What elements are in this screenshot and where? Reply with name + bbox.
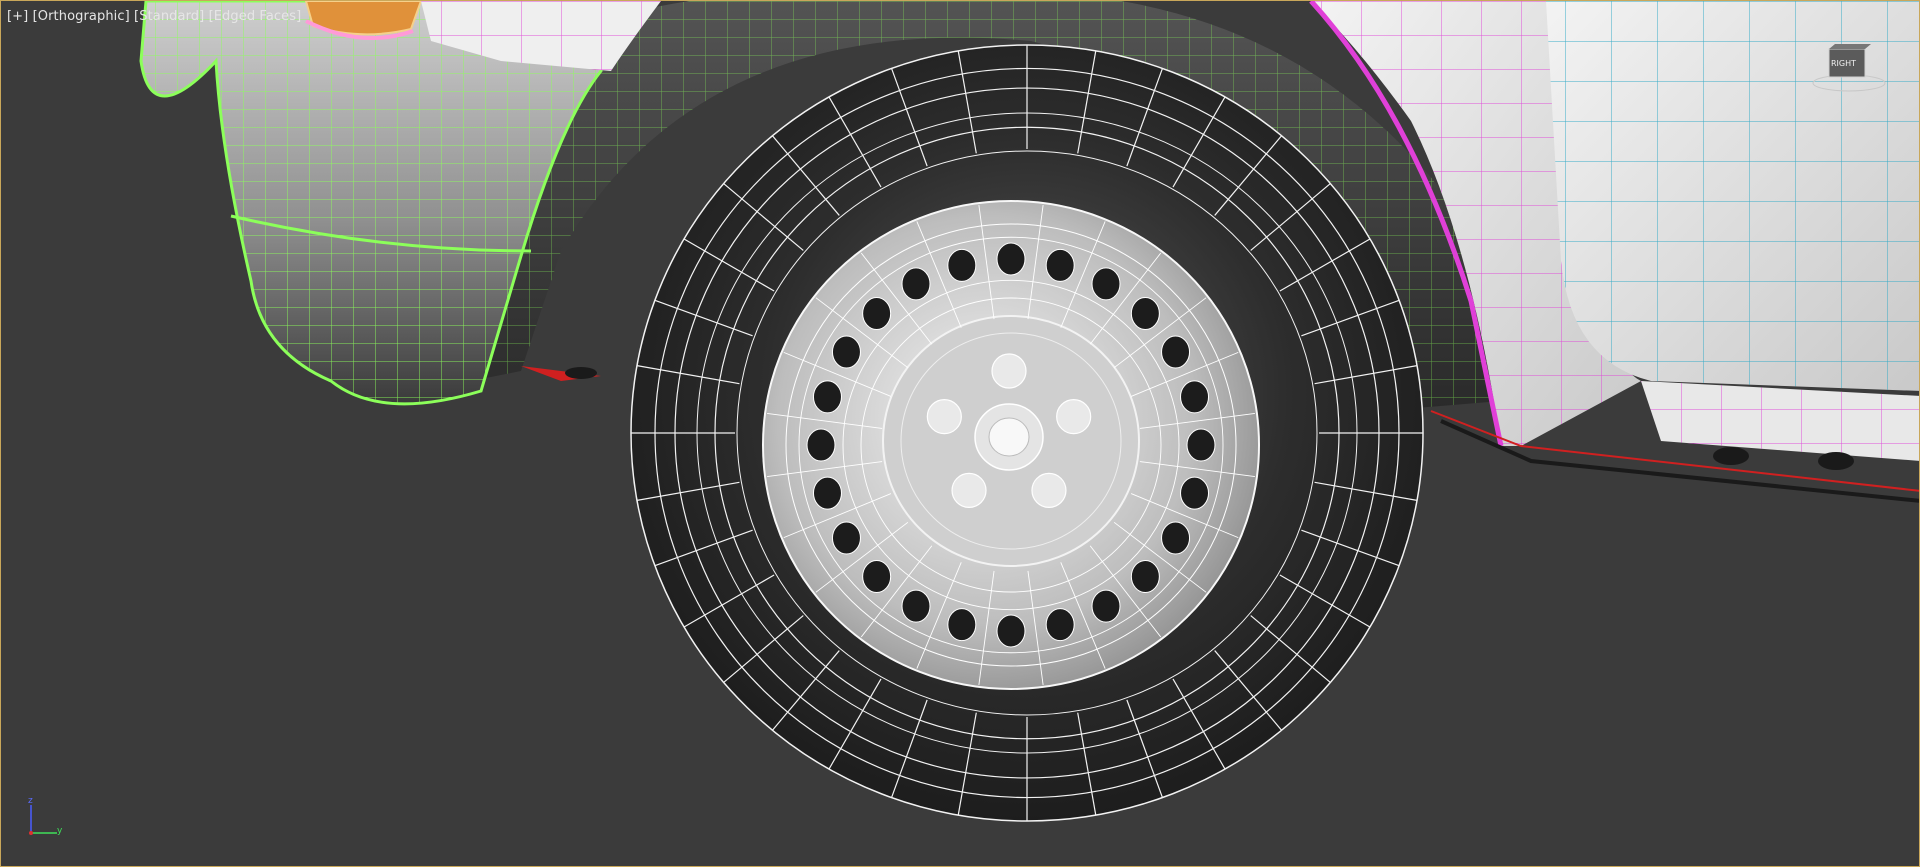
- rim-vent-hole: [1130, 560, 1160, 594]
- rim-vent-hole: [1045, 248, 1075, 282]
- viewport-view-menu[interactable]: [Orthographic]: [33, 9, 130, 24]
- rim-vent-hole: [806, 428, 836, 462]
- rim-vent-hole: [1161, 521, 1191, 555]
- rim-vent-hole: [1091, 589, 1121, 623]
- rim-vent-hole: [831, 521, 861, 555]
- rim-vent-hole: [1180, 380, 1210, 414]
- rim-vent-hole: [996, 242, 1026, 276]
- lug-nut: [951, 472, 987, 508]
- axis-y-label: y: [57, 826, 63, 836]
- rim-vent-hole: [1161, 335, 1191, 369]
- rim-vent-hole: [862, 296, 892, 330]
- viewcube-face-label[interactable]: RIGHT: [1831, 59, 1856, 68]
- rim-vent-hole: [947, 608, 977, 642]
- lug-nut: [991, 353, 1027, 389]
- rim-vent-hole: [812, 476, 842, 510]
- lug-nut: [926, 399, 962, 435]
- viewport-shading-menu[interactable]: [Standard] [Edged Faces]: [134, 9, 301, 24]
- viewport-label: [+] [Orthographic] [Standard] [Edged Fac…: [7, 9, 301, 24]
- rim-vent-hole: [1180, 476, 1210, 510]
- rim-vent-hole: [831, 335, 861, 369]
- axis-gizmo: z y: [23, 796, 73, 839]
- rim-vent-hole: [901, 267, 931, 301]
- wheel-rim[interactable]: [762, 200, 1260, 690]
- rim-vent-hole: [901, 589, 931, 623]
- rim-vent-hole: [1045, 608, 1075, 642]
- viewport-menu-plus[interactable]: [+]: [7, 9, 28, 24]
- rim-vent-hole: [862, 560, 892, 594]
- rim-vent-hole: [1186, 428, 1216, 462]
- axis-z-label: z: [28, 796, 33, 806]
- viewport-orthographic[interactable]: [+] [Orthographic] [Standard] [Edged Fac…: [0, 0, 1920, 867]
- lug-nut: [1031, 472, 1067, 508]
- rim-vent-hole: [1091, 267, 1121, 301]
- rim-vent-hole: [1130, 296, 1160, 330]
- rim-vent-hole: [996, 614, 1026, 648]
- viewcube[interactable]: RIGHT: [1809, 41, 1889, 101]
- lug-nut: [1056, 399, 1092, 435]
- rim-vent-hole: [947, 248, 977, 282]
- scene-render[interactable]: [1, 1, 1920, 867]
- rim-vent-hole: [812, 380, 842, 414]
